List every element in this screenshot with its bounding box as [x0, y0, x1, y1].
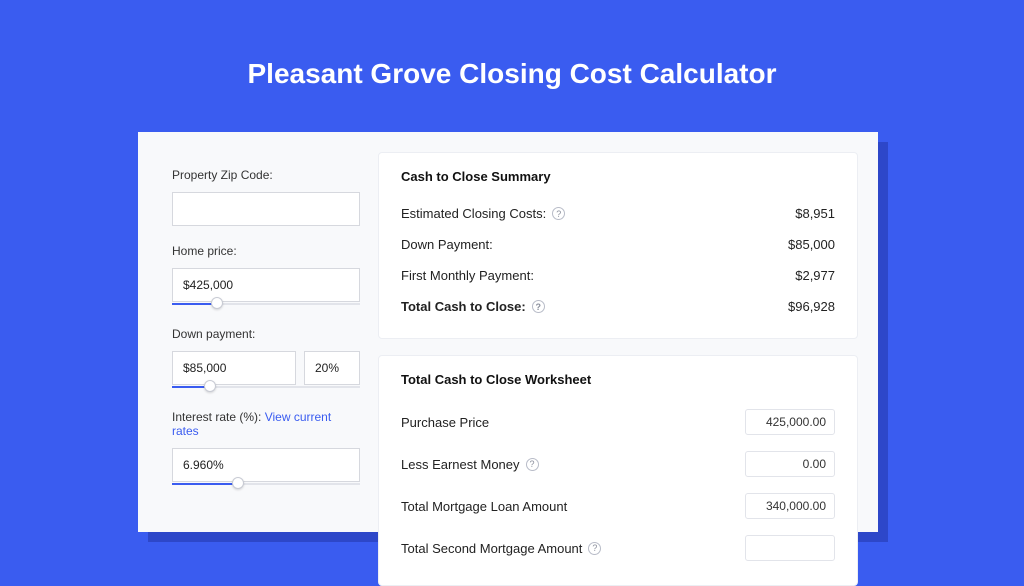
zip-input[interactable] — [172, 192, 360, 226]
summary-row: Down Payment: $85,000 — [401, 229, 835, 260]
results-panel: Cash to Close Summary Estimated Closing … — [378, 132, 878, 532]
worksheet-title: Total Cash to Close Worksheet — [401, 372, 835, 387]
field-down-payment: Down payment: — [172, 327, 360, 392]
row-label-text: Total Mortgage Loan Amount — [401, 499, 567, 514]
row-value: $2,977 — [795, 268, 835, 283]
summary-row: First Monthly Payment: $2,977 — [401, 260, 835, 291]
help-icon[interactable]: ? — [552, 207, 565, 220]
field-interest-rate: Interest rate (%): View current rates — [172, 410, 360, 489]
row-label-text: Total Cash to Close: — [401, 299, 526, 314]
row-label-text: Less Earnest Money — [401, 457, 520, 472]
zip-label: Property Zip Code: — [172, 168, 360, 182]
price-label: Home price: — [172, 244, 360, 258]
down-pct-input[interactable] — [304, 351, 360, 385]
rate-label: Interest rate (%): View current rates — [172, 410, 360, 438]
worksheet-input[interactable] — [745, 409, 835, 435]
summary-row: Estimated Closing Costs: ? $8,951 — [401, 198, 835, 229]
worksheet-row: Total Mortgage Loan Amount — [401, 485, 835, 527]
calculator-card: Property Zip Code: Home price: Down paym… — [138, 132, 878, 532]
down-slider[interactable] — [172, 384, 360, 392]
price-slider[interactable] — [172, 301, 360, 309]
worksheet-panel: Total Cash to Close Worksheet Purchase P… — [378, 355, 858, 586]
row-label-text: Down Payment: — [401, 237, 493, 252]
worksheet-input[interactable] — [745, 451, 835, 477]
row-value: $96,928 — [788, 299, 835, 314]
worksheet-input[interactable] — [745, 535, 835, 561]
down-input[interactable] — [172, 351, 296, 385]
worksheet-row: Total Second Mortgage Amount ? — [401, 527, 835, 569]
row-value: $85,000 — [788, 237, 835, 252]
worksheet-row: Purchase Price — [401, 401, 835, 443]
inputs-panel: Property Zip Code: Home price: Down paym… — [138, 132, 378, 532]
summary-total-row: Total Cash to Close: ? $96,928 — [401, 291, 835, 322]
help-icon[interactable]: ? — [532, 300, 545, 313]
field-home-price: Home price: — [172, 244, 360, 309]
row-label-text: Estimated Closing Costs: — [401, 206, 546, 221]
price-input[interactable] — [172, 268, 360, 302]
summary-panel: Cash to Close Summary Estimated Closing … — [378, 152, 858, 339]
row-label-text: Total Second Mortgage Amount — [401, 541, 582, 556]
slider-thumb[interactable] — [204, 380, 216, 392]
worksheet-row: Less Earnest Money ? — [401, 443, 835, 485]
field-zip: Property Zip Code: — [172, 168, 360, 226]
slider-thumb[interactable] — [211, 297, 223, 309]
rate-input[interactable] — [172, 448, 360, 482]
worksheet-input[interactable] — [745, 493, 835, 519]
row-label-text: First Monthly Payment: — [401, 268, 534, 283]
summary-title: Cash to Close Summary — [401, 169, 835, 184]
slider-thumb[interactable] — [232, 477, 244, 489]
page-title: Pleasant Grove Closing Cost Calculator — [0, 0, 1024, 118]
row-value: $8,951 — [795, 206, 835, 221]
help-icon[interactable]: ? — [526, 458, 539, 471]
down-label: Down payment: — [172, 327, 360, 341]
rate-slider[interactable] — [172, 481, 360, 489]
help-icon[interactable]: ? — [588, 542, 601, 555]
row-label-text: Purchase Price — [401, 415, 489, 430]
